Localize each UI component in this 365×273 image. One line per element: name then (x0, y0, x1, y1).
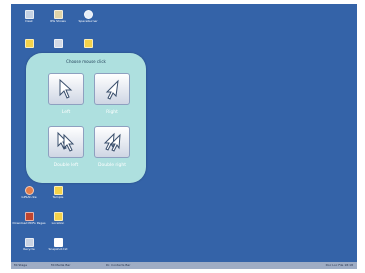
taskbar-item[interactable]: Mi Stage (14, 263, 27, 268)
desktop-icon-snapshot[interactable]: Snapshot.txt (45, 238, 71, 256)
desktop-icon-label: Recycle (23, 247, 35, 251)
desktop-screen: Desk IPG Shows Spaceburner GPSAt.nte Tem… (11, 4, 357, 269)
cursor-arrow-right-icon (105, 79, 119, 100)
double-left-click-button[interactable] (48, 126, 84, 158)
desktop-icon-label: Spaceburner (78, 19, 98, 23)
desktop-icon-label: Download PDFs Pages (12, 221, 46, 225)
folder-icon (53, 186, 63, 195)
left-click-button[interactable] (48, 73, 84, 105)
desktop-icon-temple[interactable]: Temple (45, 186, 71, 204)
monitor-icon (24, 10, 34, 19)
system-tray-text: Doc Loc File 18:18 (325, 263, 353, 267)
double-cursor-right-icon (103, 132, 121, 152)
left-click-label: Left (61, 110, 71, 115)
desktop-icon-label: Temple (52, 195, 64, 199)
desktop-icon-recycle[interactable]: Recycle (16, 238, 42, 256)
desktop-icon-label: GPSAt.nte (21, 195, 37, 199)
document-icon (53, 238, 63, 247)
download-icon (24, 212, 34, 221)
desktop-icon-desk[interactable]: Desk (16, 10, 42, 28)
desktop-icon-label: Snapshot.txt (48, 247, 68, 251)
folder-icon (83, 39, 93, 48)
double-right-click-label: Double right (98, 163, 126, 168)
cursor-arrow-icon (59, 78, 73, 99)
double-left-click-label: Double left (53, 163, 79, 168)
gallery-icon (53, 10, 63, 19)
double-cursor-icon (57, 131, 75, 152)
folder-icon (24, 39, 34, 48)
mouse-click-panel: Choose mouse click Left Right Double lef… (26, 53, 146, 183)
desktop-icon-gpsat[interactable]: GPSAt.nte (16, 186, 42, 204)
app-icon (53, 39, 63, 48)
right-click-label: Right (106, 110, 118, 115)
desktop-icon-label: Location (51, 221, 65, 225)
desktop-icon-location[interactable]: Location (45, 212, 71, 230)
taskbar-item[interactable]: Mi Media Bar (51, 263, 70, 268)
recycle-icon (24, 238, 34, 247)
desktop-icon-ipg-shows[interactable]: IPG Shows (45, 10, 71, 28)
double-right-click-button[interactable] (94, 126, 130, 158)
panel-title: Choose mouse click (66, 59, 106, 64)
right-click-button[interactable] (94, 73, 130, 105)
desktop-icon-label: Desk (25, 19, 33, 23)
desktop-icon-label: IPG Shows (50, 19, 66, 23)
globe-icon (24, 186, 34, 195)
taskbar-item[interactable]: Dr. Contacts Bar (106, 263, 131, 268)
taskbar: Mi Stage Mi Media Bar Dr. Contacts Bar D… (11, 262, 357, 269)
folder-icon (53, 212, 63, 221)
moon-icon (83, 10, 93, 19)
desktop-icon-spaceburner[interactable]: Spaceburner (75, 10, 101, 28)
desktop-icon-download-pdfs[interactable]: Download PDFs Pages (12, 212, 46, 230)
